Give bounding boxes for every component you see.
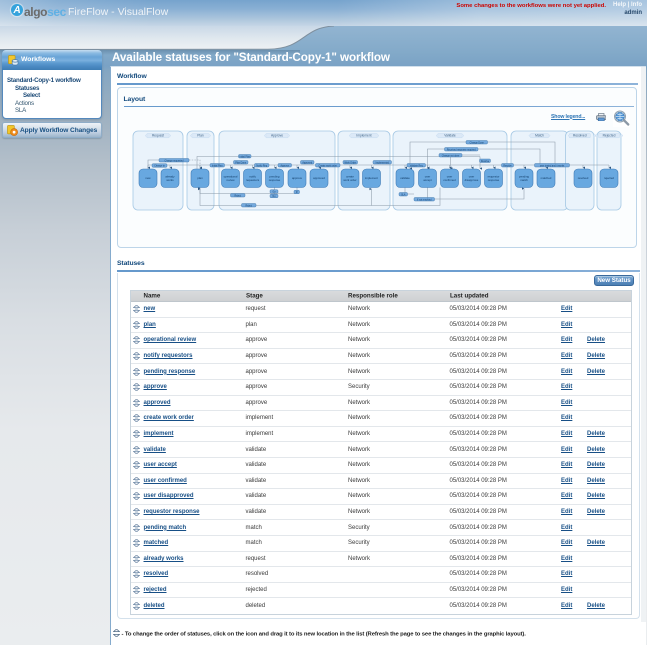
svg-text:Approve: Approve	[271, 134, 283, 138]
svg-text:match: match	[520, 178, 528, 182]
svg-text:disapprove: disapprove	[465, 178, 479, 182]
svg-text:validate: validate	[400, 176, 410, 180]
svg-text:work order: work order	[343, 178, 356, 182]
svg-text:Rejected: Rejected	[603, 134, 616, 138]
svg-text:implement: implement	[365, 176, 378, 180]
svg-text:Implement: Implement	[356, 134, 371, 138]
svg-text:approve: approve	[292, 176, 303, 180]
svg-text:resolved: resolved	[578, 176, 589, 180]
svg-text:Match: Match	[535, 134, 544, 138]
svg-text:response: response	[269, 178, 281, 182]
svg-text:confirmed: confirmed	[443, 178, 456, 182]
svg-text:plan: plan	[197, 176, 203, 180]
svg-text:approved: approved	[313, 176, 325, 180]
svg-text:works: works	[166, 178, 174, 182]
svg-text:Change Done: Change Done	[470, 142, 485, 144]
svg-text:Plan: Plan	[197, 134, 204, 138]
svg-text:Resolve: Resolve	[503, 165, 512, 167]
svg-text:accept: accept	[423, 178, 431, 182]
svg-text:Resolve: Resolve	[481, 161, 490, 163]
svg-text:review: review	[226, 178, 235, 182]
svg-text:response: response	[488, 178, 500, 182]
svg-text:Validate: Validate	[444, 134, 456, 138]
svg-text:rejected: rejected	[604, 176, 614, 180]
svg-text:matched: matched	[541, 176, 552, 180]
svg-text:Resolved: Resolved	[573, 134, 587, 138]
svg-text:Request: Request	[152, 134, 164, 138]
svg-text:Plan Done: Plan Done	[235, 162, 246, 164]
svg-text:requestors: requestors	[246, 178, 260, 182]
